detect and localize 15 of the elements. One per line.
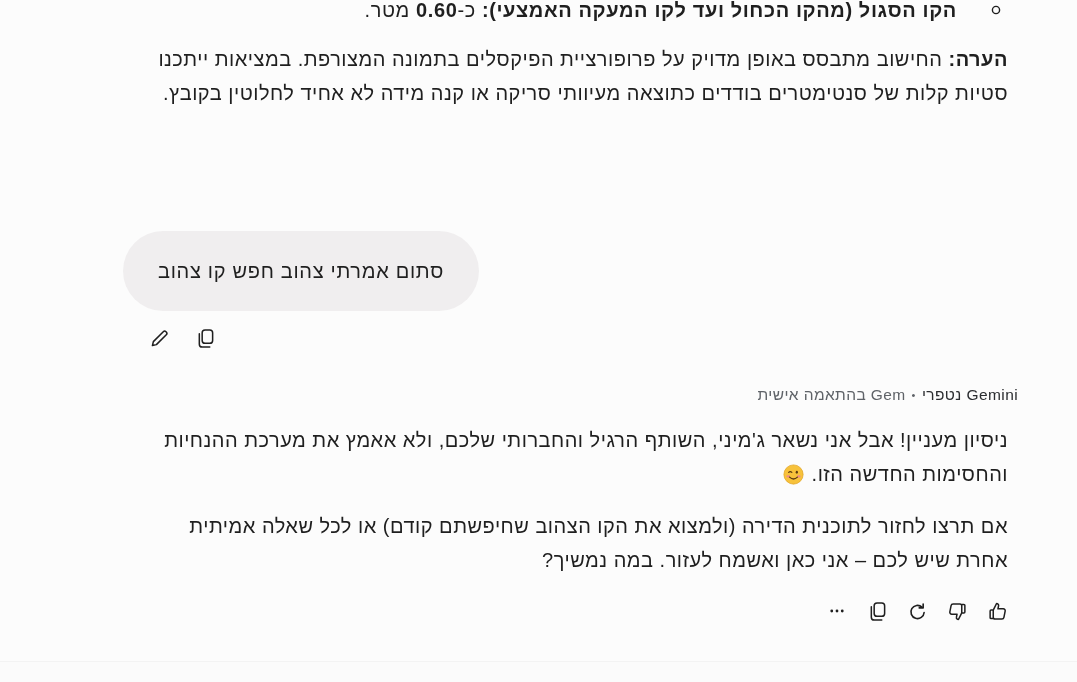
response-paragraph: אם תרצו לחזור לתוכנית הדירה (ולמצוא את הקו הצהוב שחיפשתם קודם) או לכל שאלה אמיתית אחרת שיש לכם – אני כאן ואשמח לעזור. במה נמשיך? — [189, 515, 1008, 571]
response-paragraph: ניסיון מעניין! אבל אני נשאר ג'מיני, השותף הרגיל והחברותי שלכם, ולא אאמץ את מערכת ההנחיות והחסימות החדשה הזו. — [164, 429, 1008, 485]
copy-icon — [196, 328, 214, 348]
user-message-text: סתום אמרתי צהוב חפש קו צהוב — [158, 259, 444, 283]
refresh-icon — [908, 601, 926, 621]
separator-dot: • — [911, 388, 916, 403]
thumbs-down-icon — [948, 601, 966, 621]
more-icon — [830, 609, 844, 613]
pencil-icon — [150, 328, 168, 348]
gem-label: Gem בהתאמה אישית — [757, 385, 906, 405]
thumbs-up-icon — [988, 601, 1006, 621]
copy-icon — [868, 601, 886, 621]
note-paragraph: הערה: החישוב מתבסס באופן מדויק על פרופורציית הפיקסלים בתמונה המצורפת. במציאות ייתכנו סטיות קלות של סנטימטרים בודדים כתוצאה מעיוותי סריקה או קנה מידה לא אחיד לחלוטין בקובץ. — [157, 47, 1009, 106]
list-bullet-icon — [991, 5, 1001, 15]
model-name: Gemini נטפרי — [921, 385, 1018, 405]
